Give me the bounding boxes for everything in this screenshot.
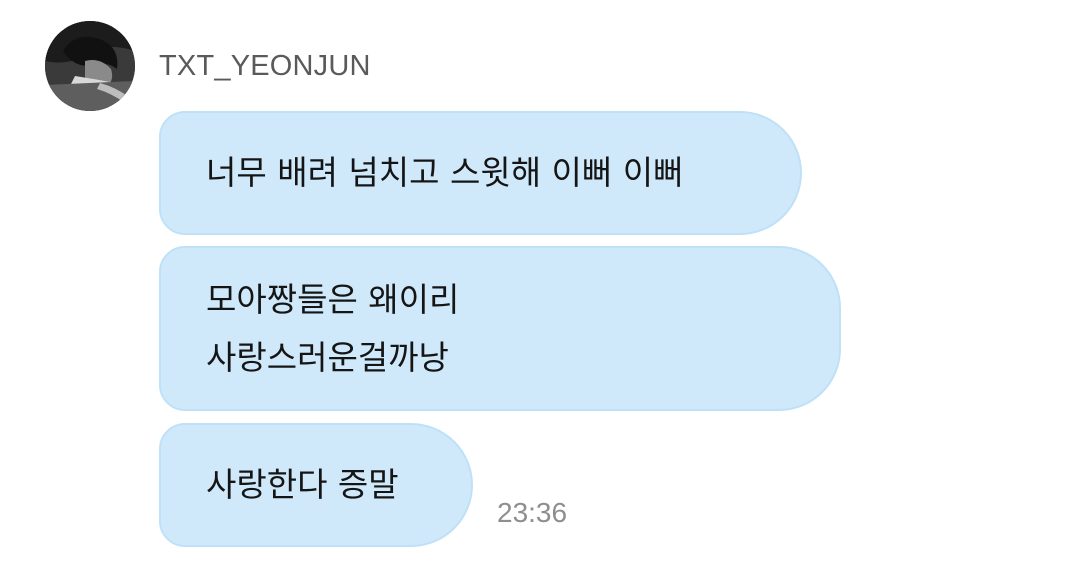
sender-avatar[interactable] [45, 21, 135, 111]
message-text: 모아짱들은 왜이리 [206, 279, 460, 319]
message-timestamp: 23:36 [497, 497, 568, 528]
sender-name[interactable]: TXT_YEONJUN [159, 46, 371, 86]
message-bubble[interactable]: 사랑한다 증말 [159, 423, 473, 547]
message-bubble[interactable]: 너무 배려 넘치고 스윗해 이뻐 이뻐 [159, 111, 802, 235]
message-text: 사랑스러운걸까낭 [206, 337, 449, 377]
message-bubble[interactable]: 모아짱들은 왜이리 사랑스러운걸까낭 [159, 246, 841, 411]
message-text: 너무 배려 넘치고 스윗해 이뻐 이뻐 [206, 153, 684, 192]
message-text: 사랑한다 증말 [206, 465, 399, 504]
avatar-photo-icon [45, 21, 135, 111]
